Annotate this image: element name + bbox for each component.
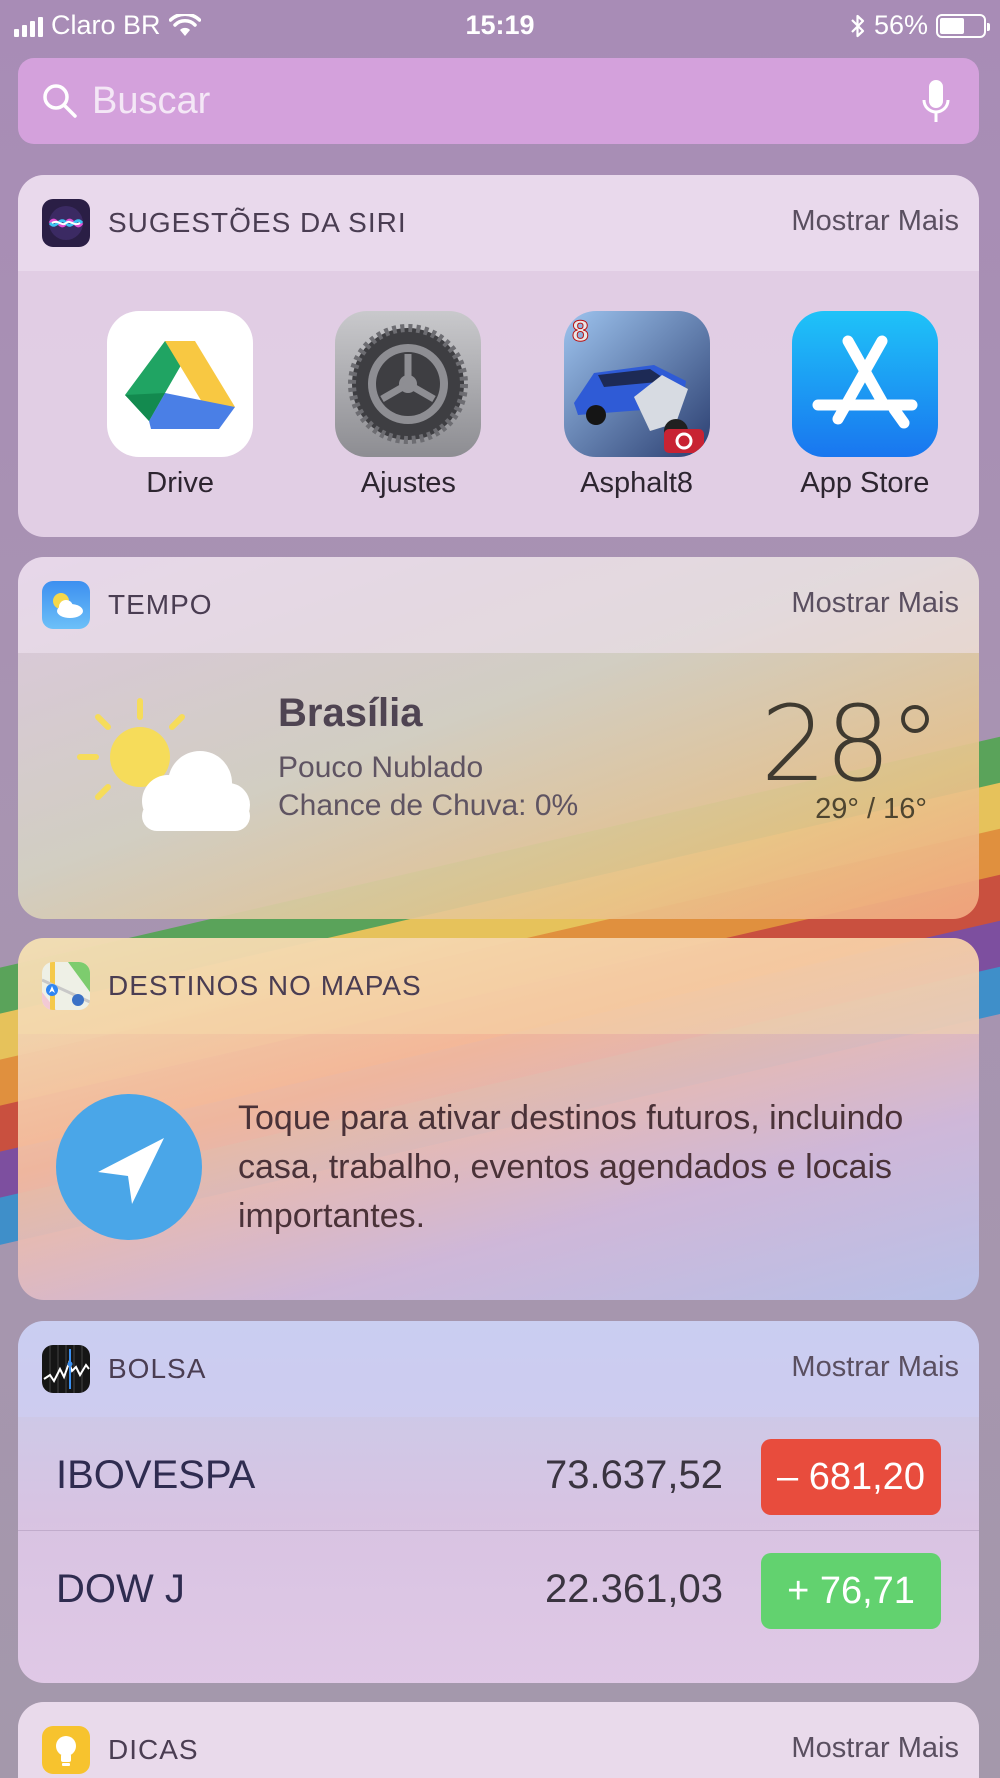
navigation-arrow-icon: [56, 1094, 202, 1240]
widget-title: SUGESTÕES DA SIRI: [108, 207, 407, 238]
partly-cloudy-icon: [77, 698, 250, 831]
app-store-icon: [791, 311, 938, 457]
show-more-button[interactable]: Mostrar Mais: [791, 1351, 959, 1384]
weather-city: Brasília: [278, 691, 423, 735]
bluetooth-icon: [851, 14, 865, 37]
weather-app-icon: [42, 581, 90, 629]
widget-title: BOLSA: [108, 1353, 207, 1384]
stock-price: 73.637,52: [545, 1453, 723, 1497]
widget-header: DICAS Mostrar Mais: [18, 1702, 979, 1778]
maps-app-icon: [42, 962, 90, 1010]
stocks-widget: BOLSA Mostrar Mais IBOVESPA 73.637,52 – …: [18, 1321, 979, 1683]
stock-symbol: DOW J: [56, 1567, 185, 1611]
app-label: Ajustes: [360, 467, 456, 499]
stock-price: 22.361,03: [545, 1567, 723, 1611]
search-icon: [43, 84, 77, 118]
status-bar: Claro BR 15:19 56%: [0, 0, 1000, 52]
app-label: Drive: [146, 467, 214, 499]
google-drive-icon: [107, 311, 254, 457]
microphone-icon[interactable]: [921, 78, 951, 126]
battery-icon: [936, 13, 990, 38]
widget-header: TEMPO Mostrar Mais: [18, 557, 979, 653]
app-drive[interactable]: Drive: [66, 271, 294, 537]
siri-suggestions-widget: SUGESTÕES DA SIRI Mostrar Mais Drive Aju…: [18, 175, 979, 537]
weather-body: Brasília Pouco Nublado Chance de Chuva: …: [18, 653, 979, 919]
app-suggestions: Drive Ajustes 8 Asphalt8 App Store: [18, 271, 979, 537]
widget-title: TEMPO: [108, 589, 213, 620]
stock-row[interactable]: IBOVESPA 73.637,52 – 681,20: [18, 1417, 979, 1530]
app-app-store[interactable]: App Store: [751, 271, 979, 537]
widget-header: BOLSA Mostrar Mais: [18, 1321, 979, 1417]
show-more-button[interactable]: Mostrar Mais: [791, 587, 959, 620]
widget-header: SUGESTÕES DA SIRI Mostrar Mais: [18, 175, 979, 271]
app-ajustes[interactable]: Ajustes: [294, 271, 522, 537]
app-asphalt8[interactable]: 8 Asphalt8: [523, 271, 751, 537]
show-more-button[interactable]: Mostrar Mais: [791, 1732, 959, 1765]
maps-body: Toque para ativar destinos futuros, incl…: [18, 1034, 979, 1300]
temperature-range: 29° / 16°: [815, 793, 927, 825]
stock-symbol: IBOVESPA: [56, 1453, 256, 1497]
current-temperature: 28°: [760, 683, 941, 805]
battery-percent: 56%: [873, 10, 928, 40]
lightbulb-icon: [42, 1726, 90, 1774]
stock-change-badge[interactable]: – 681,20: [761, 1439, 941, 1515]
show-more-button[interactable]: Mostrar Mais: [791, 205, 959, 238]
maps-destinations-widget[interactable]: DESTINOS NO MAPAS Toque para ativar dest…: [18, 938, 979, 1300]
settings-gear-icon: [335, 311, 482, 457]
app-label: App Store: [800, 467, 930, 499]
weather-condition: Pouco Nublado: [278, 751, 484, 784]
siri-icon: [42, 199, 90, 247]
app-label: Asphalt8: [580, 467, 694, 499]
maps-message: Toque para ativar destinos futuros, incl…: [238, 1099, 904, 1235]
stocks-app-icon: [42, 1345, 90, 1393]
widget-header: DESTINOS NO MAPAS: [18, 938, 979, 1034]
weather-widget[interactable]: TEMPO Mostrar Mais Brasília Pouco Nublad…: [18, 557, 979, 919]
stock-change-badge[interactable]: + 76,71: [761, 1553, 941, 1629]
widget-title: DESTINOS NO MAPAS: [108, 970, 422, 1001]
search-bar[interactable]: [18, 58, 979, 144]
tips-widget: DICAS Mostrar Mais: [18, 1702, 979, 1778]
rain-chance: Chance de Chuva: 0%: [278, 789, 579, 822]
widget-title: DICAS: [108, 1734, 199, 1765]
stock-row[interactable]: DOW J 22.361,03 + 76,71: [18, 1530, 979, 1643]
svg-text:8: 8: [572, 315, 589, 348]
search-input[interactable]: [92, 79, 872, 123]
asphalt8-game-icon: 8: [563, 311, 710, 457]
